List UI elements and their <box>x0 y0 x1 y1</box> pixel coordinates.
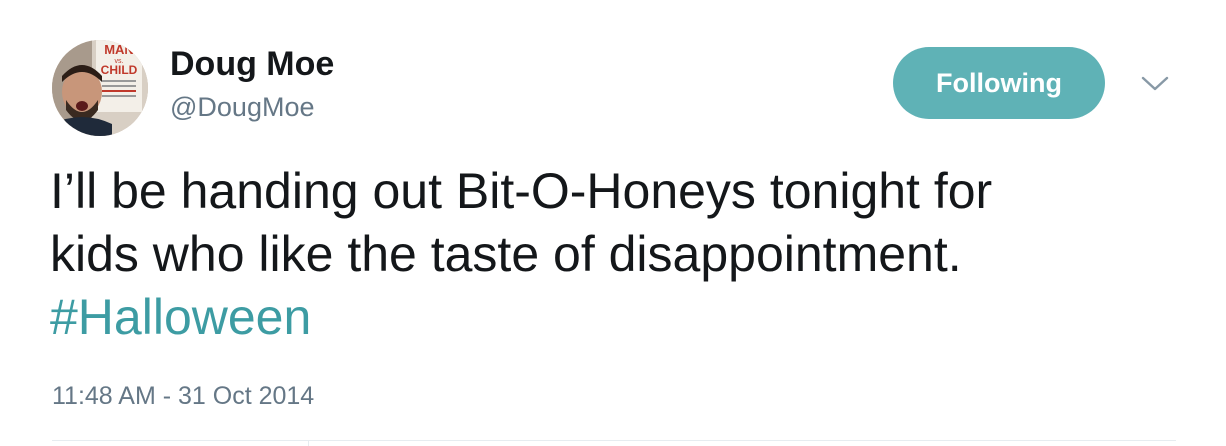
divider <box>52 440 1176 441</box>
avatar-book-title-bottom: CHILD <box>101 63 138 77</box>
tweet-timestamp[interactable]: 11:48 AM - 31 Oct 2014 <box>52 380 314 412</box>
tweet-text-line: I’ll be handing out Bit-O-Honeys tonight… <box>50 163 993 219</box>
tweet-text-line: kids who like the taste of disappointmen… <box>50 226 962 282</box>
avatar[interactable]: MAN vs. CHILD <box>52 40 148 136</box>
display-name[interactable]: Doug Moe <box>170 44 334 84</box>
divider <box>308 440 309 446</box>
user-handle[interactable]: @DougMoe <box>170 90 314 124</box>
tweet-card: MAN vs. CHILD Doug Moe @DougMoe Followin… <box>0 0 1226 446</box>
tweet-text: I’ll be handing out Bit-O-Honeys tonight… <box>50 160 1190 349</box>
chevron-down-icon[interactable] <box>1140 74 1170 94</box>
avatar-book-title-top: MAN <box>104 42 134 57</box>
following-button[interactable]: Following <box>893 47 1105 119</box>
avatar-photo: MAN vs. CHILD <box>52 40 148 136</box>
hashtag-link[interactable]: #Halloween <box>50 286 1190 349</box>
